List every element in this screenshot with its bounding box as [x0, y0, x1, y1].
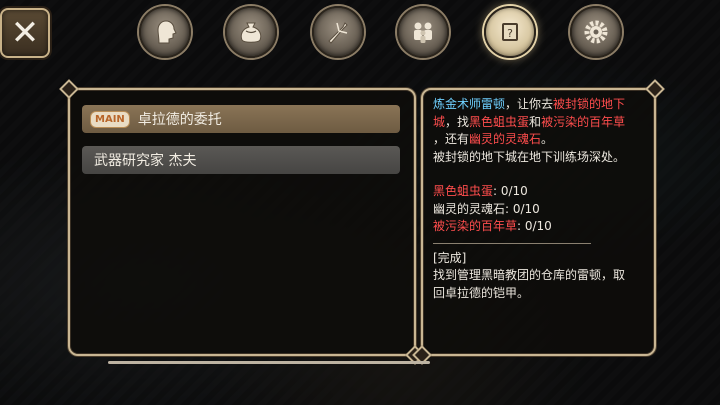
- character-head-icon: [157, 20, 177, 44]
- text-segment: 和: [529, 114, 542, 129]
- settings-gear-icon: [584, 20, 608, 44]
- svg-text:?: ?: [507, 27, 513, 40]
- item-name: 被污染的百年草: [541, 114, 626, 129]
- party-group-icon: [414, 22, 432, 43]
- skill-sword-icon: [328, 22, 348, 44]
- text-segment: 在地下训练场深处。: [517, 149, 626, 164]
- tab-skills[interactable]: [312, 6, 364, 58]
- item-name: 幽灵的灵魂石: [469, 132, 542, 146]
- location-name: 被封锁的地下: [553, 97, 626, 111]
- progress-row: 幽灵的灵魂石: 0/10: [433, 201, 645, 219]
- npc-name: 炼金术师雷顿: [433, 97, 506, 111]
- progress-item-name: 黑色蛆虫蛋: [433, 184, 494, 198]
- tab-inventory[interactable]: [225, 6, 277, 58]
- text-segment: ，还有: [433, 132, 470, 146]
- progress-value: : 0/10: [505, 201, 540, 216]
- main-quest-badge: MAIN: [90, 110, 130, 128]
- text-segment: ，找: [445, 114, 470, 129]
- tab-settings[interactable]: [570, 6, 622, 58]
- close-icon: ✕: [10, 13, 40, 53]
- text-segment: ，让你去: [505, 97, 554, 111]
- quest-detail-panel: 炼金术师雷顿，让你去被封锁的地下 城，找黑色蛆虫蛋和被污染的百年草 ，还有幽灵的…: [421, 88, 656, 356]
- complete-header: [完成]: [433, 250, 467, 265]
- scrollbar[interactable]: [108, 361, 430, 364]
- inventory-bag-icon: [240, 22, 262, 43]
- location-hint: 被封锁的地下城: [433, 149, 518, 164]
- quest-title: 武器研究家 杰夫: [94, 153, 197, 169]
- quest-item-secondary[interactable]: 武器研究家 杰夫: [82, 146, 400, 174]
- quest-description: 炼金术师雷顿，让你去被封锁的地下 城，找黑色蛆虫蛋和被污染的百年草 ，还有幽灵的…: [433, 96, 645, 302]
- progress-row: 黑色蛆虫蛋: 0/10: [433, 183, 645, 201]
- quest-item-main[interactable]: MAIN 卓拉德的委托: [82, 105, 400, 133]
- complete-description: 找到管理黑暗教团的仓库的雷顿，取: [433, 268, 626, 282]
- tab-quest[interactable]: ?: [484, 6, 536, 58]
- progress-value: : 0/10: [493, 184, 528, 198]
- progress-row: 被污染的百年草: 0/10: [433, 218, 645, 236]
- quest-title: 卓拉德的委托: [137, 112, 222, 128]
- tab-party[interactable]: [397, 6, 449, 58]
- location-name: 城: [433, 114, 446, 129]
- progress-item-name: 被污染的百年草: [433, 219, 518, 233]
- tab-character[interactable]: [139, 6, 191, 58]
- quest-scroll-icon: ?: [502, 23, 518, 41]
- progress-value: : 0/10: [517, 219, 552, 233]
- progress-item-name: 幽灵的灵魂石: [433, 201, 506, 216]
- complete-description: 回卓拉德的铠甲。: [433, 285, 530, 300]
- item-name: 黑色蛆虫蛋: [469, 114, 530, 129]
- divider: [433, 242, 591, 244]
- close-button[interactable]: ✕: [0, 8, 50, 58]
- quest-list-panel: MAIN 卓拉德的委托 武器研究家 杰夫: [68, 88, 416, 356]
- text-segment: 。: [541, 132, 554, 146]
